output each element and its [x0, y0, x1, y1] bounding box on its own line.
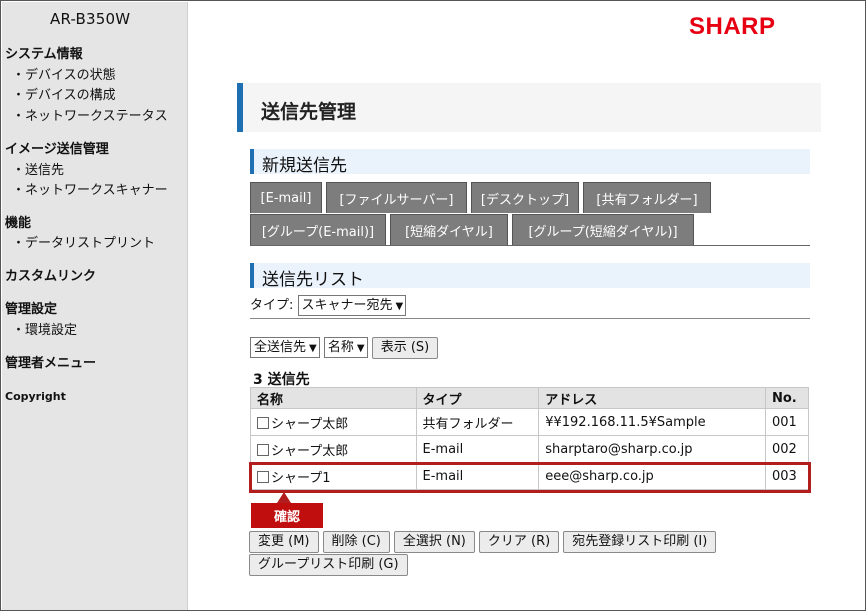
- col-name: 名称: [250, 387, 417, 409]
- sidebar-section-image-send[interactable]: イメージ送信管理: [5, 138, 109, 157]
- tab-group-email[interactable]: [グループ(E-mail)]: [250, 214, 386, 245]
- sidebar: AR-B350W システム情報 ・デバイスの状態 ・デバイスの構成 ・ネットワー…: [2, 2, 188, 610]
- table-row: シャープ太郎 E-mail sharptaro@sharp.co.jp 002: [250, 435, 809, 463]
- table-row: シャープ太郎 共有フォルダー ¥¥192.168.11.5¥Sample 001: [250, 408, 809, 436]
- list-filter-row: 全送信先 ▼ 名称 ▼ 表示 (S): [250, 337, 439, 359]
- sidebar-section-functions[interactable]: 機能: [5, 212, 31, 231]
- show-button[interactable]: 表示 (S): [371, 337, 439, 359]
- tab-shared-folder[interactable]: [共有フォルダー]: [583, 182, 711, 213]
- select-all-button[interactable]: 全選択 (N): [393, 531, 475, 553]
- cell-name: シャープ太郎: [250, 408, 417, 436]
- tab-email[interactable]: [E-mail]: [250, 182, 322, 213]
- sidebar-section-custom-links[interactable]: カスタムリンク: [5, 265, 96, 284]
- type-filter-row: タイプ: スキャナー宛先 ▼: [250, 294, 407, 316]
- cell-address: sharptaro@sharp.co.jp: [538, 435, 766, 463]
- col-address: アドレス: [538, 387, 766, 409]
- tab-file-server[interactable]: [ファイルサーバー]: [326, 182, 467, 213]
- table-row: シャープ1 E-mail eee@sharp.co.jp 003: [250, 462, 809, 490]
- print-group-list-button[interactable]: グループリスト印刷 (G): [249, 554, 408, 576]
- callout-pointer: [277, 492, 291, 503]
- sidebar-item-device-config[interactable]: ・デバイスの構成: [12, 84, 116, 103]
- cell-no: 002: [765, 435, 809, 463]
- action-buttons-row-1: 変更 (M) 削除 (C) 全選択 (N) クリア (R) 宛先登録リスト印刷 …: [249, 531, 717, 553]
- tabs-divider: [250, 245, 810, 246]
- sidebar-item-environment[interactable]: ・環境設定: [12, 319, 77, 338]
- type-label: タイプ:: [250, 298, 294, 313]
- change-button[interactable]: 変更 (M): [249, 531, 319, 553]
- destination-table: 名称 タイプ アドレス No. シャープ太郎 共有フォルダー ¥¥192.168…: [250, 387, 809, 490]
- filter-scope-select[interactable]: 全送信先 ▼: [250, 337, 320, 358]
- tab-speed-dial[interactable]: [短縮ダイヤル]: [390, 214, 508, 245]
- tab-group-speed-dial[interactable]: [グループ(短縮ダイヤル)]: [512, 214, 694, 245]
- destination-list-title: 送信先リスト: [262, 270, 364, 290]
- sidebar-item-destinations[interactable]: ・送信先: [12, 159, 64, 178]
- confirm-callout: 確認: [251, 503, 323, 528]
- sidebar-item-data-list-print[interactable]: ・データリストプリント: [12, 232, 155, 251]
- action-buttons-row-2: グループリスト印刷 (G): [249, 554, 408, 576]
- cell-name: シャープ太郎: [250, 435, 417, 463]
- window-frame: AR-B350W システム情報 ・デバイスの状態 ・デバイスの構成 ・ネットワー…: [0, 0, 866, 611]
- cell-no: 001: [765, 408, 809, 436]
- sidebar-copyright[interactable]: Copyright: [5, 390, 66, 403]
- destination-count: 3 送信先: [253, 372, 310, 388]
- table-header-row: 名称 タイプ アドレス No.: [250, 387, 809, 409]
- cell-address: ¥¥192.168.11.5¥Sample: [538, 408, 766, 436]
- sidebar-item-device-status[interactable]: ・デバイスの状態: [12, 64, 116, 83]
- destination-list-header: 送信先リスト: [250, 263, 810, 290]
- cell-type: E-mail: [415, 435, 540, 463]
- list-divider: [250, 318, 810, 319]
- type-select[interactable]: スキャナー宛先 ▼: [297, 295, 407, 316]
- cell-type: E-mail: [415, 462, 540, 490]
- chevron-down-icon: ▼: [356, 343, 365, 354]
- col-no: No.: [765, 387, 809, 409]
- cell-address: eee@sharp.co.jp: [538, 462, 766, 490]
- chevron-down-icon: ▼: [309, 343, 317, 354]
- col-type: タイプ: [415, 387, 540, 409]
- row-checkbox[interactable]: [257, 470, 269, 483]
- print-destination-list-button[interactable]: 宛先登録リスト印刷 (I): [563, 531, 717, 553]
- sidebar-item-network-scanner[interactable]: ・ネットワークスキャナー: [12, 179, 168, 198]
- sidebar-section-admin-menu[interactable]: 管理者メニュー: [5, 352, 96, 371]
- device-model: AR-B350W: [50, 10, 131, 28]
- clear-button[interactable]: クリア (R): [478, 531, 560, 553]
- sidebar-item-network-status[interactable]: ・ネットワークステータス: [12, 105, 168, 124]
- chevron-down-icon: ▼: [395, 301, 404, 312]
- sidebar-section-system-info[interactable]: システム情報: [5, 43, 83, 62]
- row-checkbox[interactable]: [257, 416, 269, 429]
- cell-name: シャープ1: [250, 462, 417, 490]
- sharp-logo: SHARP: [689, 13, 776, 40]
- delete-button[interactable]: 削除 (C): [322, 531, 390, 553]
- sort-select[interactable]: 名称 ▼: [323, 337, 368, 358]
- cell-no: 003: [765, 462, 809, 490]
- cell-type: 共有フォルダー: [415, 408, 540, 436]
- tab-desktop[interactable]: [デスクトップ]: [471, 182, 579, 213]
- new-destination-header: 新規送信先: [250, 149, 810, 176]
- page-title: 送信先管理: [237, 83, 821, 132]
- row-checkbox[interactable]: [257, 443, 269, 456]
- new-destination-title: 新規送信先: [262, 156, 347, 176]
- sidebar-section-admin-settings[interactable]: 管理設定: [5, 298, 57, 317]
- page-title-text: 送信先管理: [261, 101, 357, 123]
